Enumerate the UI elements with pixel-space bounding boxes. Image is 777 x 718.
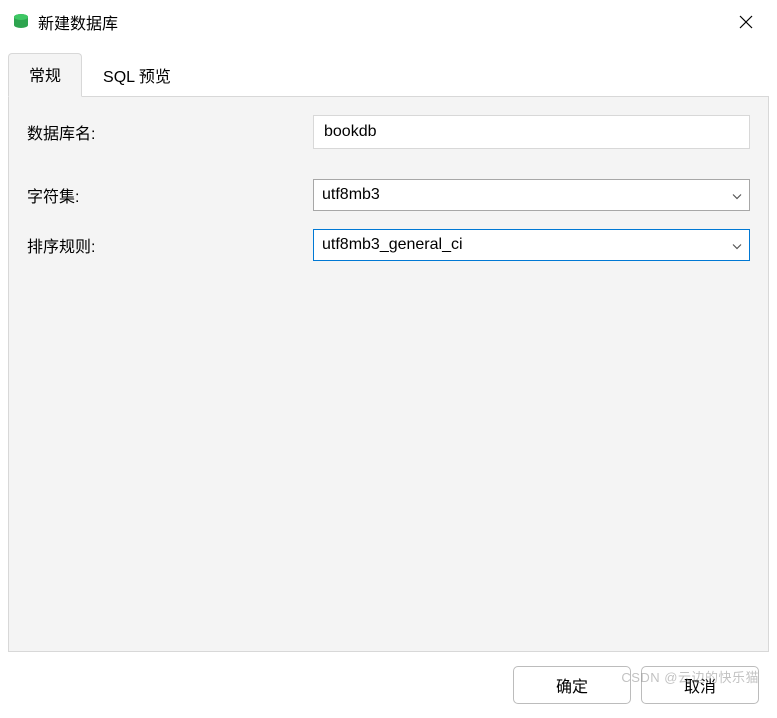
cancel-button[interactable]: 取消 [641, 666, 759, 704]
label-db-name: 数据库名: [27, 120, 313, 144]
close-button[interactable] [723, 6, 769, 38]
label-collation: 排序规则: [27, 233, 313, 257]
row-collation: 排序规则: [27, 229, 750, 261]
input-collation[interactable] [313, 229, 750, 261]
select-charset[interactable] [313, 179, 750, 211]
tabs: 常规 SQL 预览 [0, 44, 777, 96]
select-collation[interactable] [313, 229, 750, 261]
row-charset: 字符集: [27, 179, 750, 211]
database-icon [12, 13, 30, 31]
row-db-name: 数据库名: [27, 115, 750, 149]
label-charset: 字符集: [27, 183, 313, 207]
input-charset[interactable] [313, 179, 750, 211]
close-icon [739, 15, 753, 29]
tab-sql-preview[interactable]: SQL 预览 [82, 54, 192, 97]
footer: 确定 取消 [0, 652, 777, 718]
ok-button[interactable]: 确定 [513, 666, 631, 704]
tab-content: 数据库名: 字符集: 排序规则: [8, 96, 769, 652]
tab-general[interactable]: 常规 [8, 53, 82, 97]
titlebar: 新建数据库 [0, 0, 777, 44]
window-title: 新建数据库 [38, 10, 723, 34]
input-db-name[interactable] [313, 115, 750, 149]
